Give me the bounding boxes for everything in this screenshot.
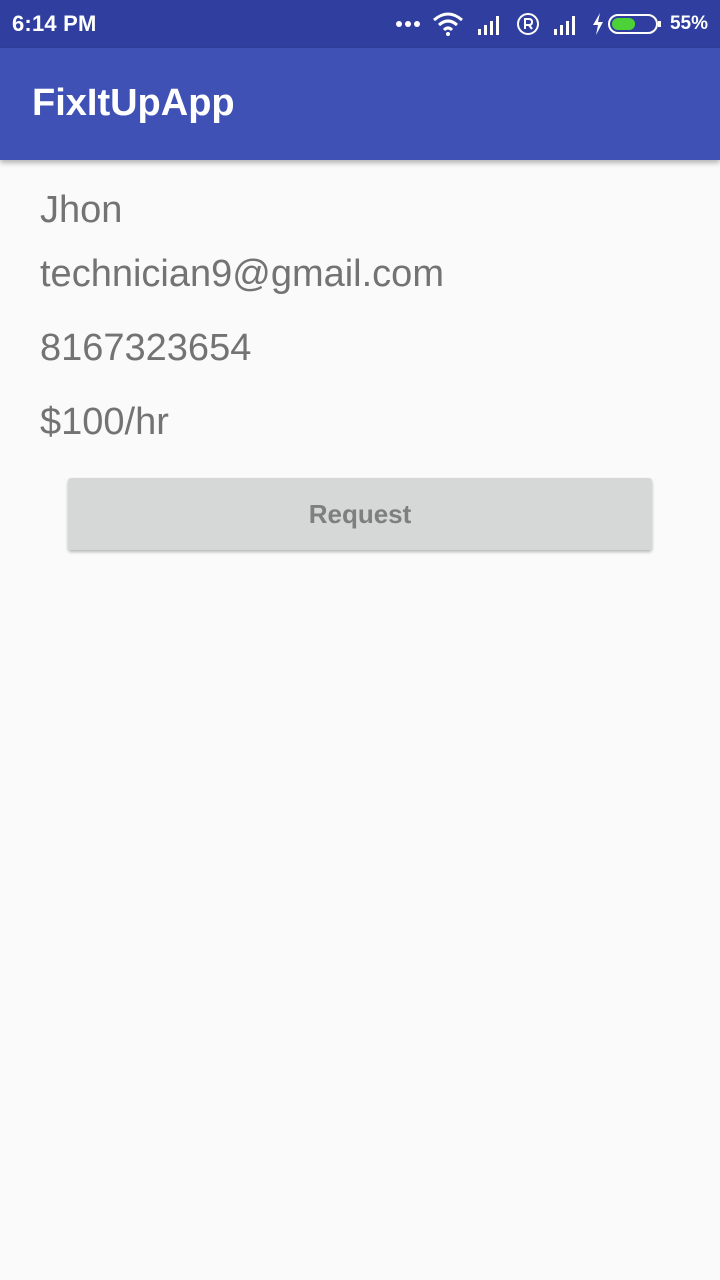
registered-icon (516, 12, 540, 36)
technician-rate: $100/hr (40, 401, 169, 443)
battery-icon (607, 12, 662, 36)
app-bar: FixItUpApp (0, 48, 720, 160)
technician-profile: Jhon technician9@gmail.com 8167323654 $1… (0, 160, 720, 1280)
more-dots-icon (395, 20, 420, 28)
status-bar: 6:14 PM 55% (0, 0, 720, 48)
status-icons: 55% (384, 0, 708, 48)
app-title: FixItUpApp (32, 82, 235, 124)
battery-percent: 55% (669, 13, 708, 34)
wifi-icon (432, 12, 464, 36)
status-time: 6:14 PM (12, 11, 97, 36)
technician-name: Jhon (40, 189, 123, 231)
technician-email: technician9@gmail.com (40, 253, 444, 295)
signal-icon (552, 13, 580, 35)
request-button[interactable]: Request (68, 478, 652, 550)
technician-phone: 8167323654 (40, 327, 252, 369)
signal-icon (476, 13, 504, 35)
charging-icon (592, 13, 604, 35)
